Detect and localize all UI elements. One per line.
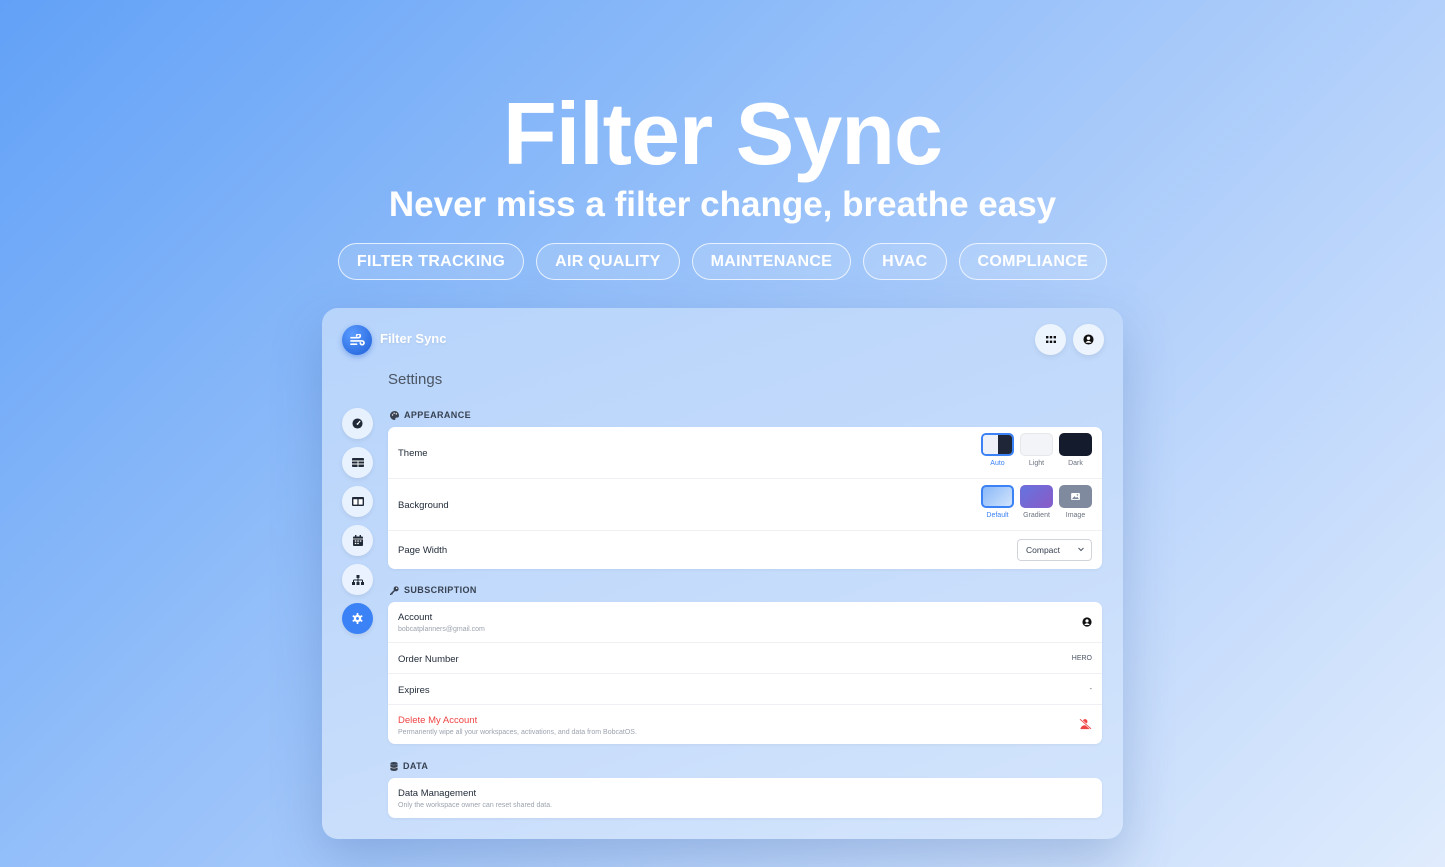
app-logo[interactable] — [342, 325, 372, 355]
tag-hvac: HVAC — [863, 243, 947, 280]
key-icon — [390, 585, 399, 595]
expires-label: Expires — [398, 685, 430, 696]
theme-swatch-light[interactable] — [1020, 433, 1053, 456]
delete-account-label: Delete My Account — [398, 715, 478, 726]
tag-compliance: COMPLIANCE — [958, 243, 1108, 280]
subscription-card: Account bobcatplanners@gmail.com Order N… — [388, 602, 1102, 744]
tag-air-quality: AIR QUALITY — [536, 243, 680, 280]
user-circle-icon — [1083, 334, 1094, 345]
background-swatch-gradient[interactable] — [1020, 485, 1053, 508]
theme-option-label: Dark — [1068, 460, 1083, 467]
data-management-desc: Only the workspace owner can reset share… — [398, 802, 553, 809]
theme-option-dark[interactable]: Dark — [1059, 433, 1092, 467]
order-number-label: Order Number — [398, 654, 459, 665]
expires-value: - — [1089, 686, 1092, 693]
order-number-row: Order Number HERO — [388, 643, 1102, 674]
sidebar-item-settings[interactable] — [342, 603, 373, 634]
sidebar-item-calendar[interactable] — [342, 525, 373, 556]
sidebar-item-dashboard[interactable] — [342, 408, 373, 439]
hero-subtitle: Never miss a filter change, breathe easy — [388, 185, 1057, 224]
delete-account-desc: Permanently wipe all your workspaces, ac… — [398, 729, 637, 736]
sidebar-item-columns[interactable] — [342, 486, 373, 517]
gear-icon — [352, 613, 363, 624]
theme-swatch-auto[interactable] — [981, 433, 1014, 456]
data-label: DATA — [403, 761, 429, 771]
background-options: Default Gradient Image — [981, 485, 1092, 519]
chevron-down-icon — [1078, 547, 1084, 552]
tag-filter-tracking: FILTER TRACKING — [337, 243, 525, 280]
background-option-label: Gradient — [1023, 512, 1050, 519]
order-number-value: HERO — [1071, 655, 1092, 662]
theme-option-label: Auto — [990, 460, 1005, 467]
appearance-label: APPEARANCE — [404, 410, 472, 420]
theme-swatch-dark[interactable] — [1059, 433, 1092, 456]
data-management-label: Data Management — [398, 788, 477, 799]
account-row[interactable]: Account bobcatplanners@gmail.com — [388, 602, 1102, 643]
user-slash-icon[interactable] — [1079, 718, 1092, 730]
data-card: Data Management Only the workspace owner… — [388, 778, 1102, 818]
sidebar — [342, 408, 374, 634]
sidebar-item-table[interactable] — [342, 447, 373, 478]
background-swatch-default[interactable] — [981, 485, 1014, 508]
page-width-value: Compact — [1026, 545, 1061, 555]
background-option-image[interactable]: Image — [1059, 485, 1092, 519]
account-email: bobcatplanners@gmail.com — [398, 626, 485, 633]
expires-row: Expires - — [388, 674, 1102, 705]
palette-icon — [390, 410, 399, 420]
theme-label: Theme — [398, 448, 428, 459]
theme-row: Theme Auto Light Dark — [388, 427, 1102, 479]
sidebar-item-hierarchy[interactable] — [342, 564, 373, 595]
tag-maintenance: MAINTENANCE — [691, 243, 852, 280]
dashboard-gauge-icon — [352, 418, 363, 429]
hierarchy-icon — [351, 574, 364, 585]
user-circle-icon — [1082, 617, 1092, 627]
app-name: Filter Sync — [380, 331, 447, 346]
data-section-label: DATA — [390, 761, 428, 771]
theme-option-label: Light — [1028, 460, 1045, 467]
hero-title: Filter Sync — [503, 84, 943, 183]
background-option-default[interactable]: Default — [981, 485, 1014, 519]
wind-icon — [349, 333, 365, 345]
subscription-section-label: SUBSCRIPTION — [390, 585, 477, 595]
page-width-select[interactable]: Compact — [1017, 539, 1092, 561]
account-label: Account — [398, 612, 433, 623]
profile-button[interactable] — [1073, 324, 1104, 355]
theme-option-light[interactable]: Light — [1020, 433, 1053, 467]
background-swatch-image[interactable] — [1059, 485, 1092, 508]
background-option-label: Image — [1065, 512, 1086, 519]
page-title: Settings — [388, 371, 443, 388]
table-icon — [351, 458, 364, 467]
background-label: Background — [398, 500, 449, 511]
app-window: Filter Sync Settings APPEARANCE Theme Au… — [322, 308, 1123, 839]
theme-option-auto[interactable]: Auto — [981, 433, 1014, 467]
appearance-section-label: APPEARANCE — [390, 410, 471, 420]
image-icon — [1071, 493, 1080, 500]
background-option-gradient[interactable]: Gradient — [1020, 485, 1053, 519]
page-width-label: Page Width — [398, 545, 448, 556]
background-row: Background Default Gradient Image — [388, 479, 1102, 531]
delete-account-row[interactable]: Delete My Account Permanently wipe all y… — [388, 705, 1102, 744]
theme-options: Auto Light Dark — [981, 433, 1092, 467]
page-width-row: Page Width Compact — [388, 531, 1102, 569]
apps-grid-icon — [1045, 335, 1056, 343]
database-icon — [390, 761, 398, 771]
feature-tags: FILTER TRACKING AIR QUALITY MAINTENANCE … — [0, 243, 1445, 280]
appearance-card: Theme Auto Light Dark Background Default… — [388, 427, 1102, 569]
columns-icon — [351, 497, 364, 506]
background-option-label: Default — [986, 512, 1009, 519]
calendar-icon — [352, 535, 363, 546]
apps-button[interactable] — [1035, 324, 1066, 355]
subscription-label: SUBSCRIPTION — [404, 585, 477, 595]
data-management-row[interactable]: Data Management Only the workspace owner… — [388, 778, 1102, 818]
